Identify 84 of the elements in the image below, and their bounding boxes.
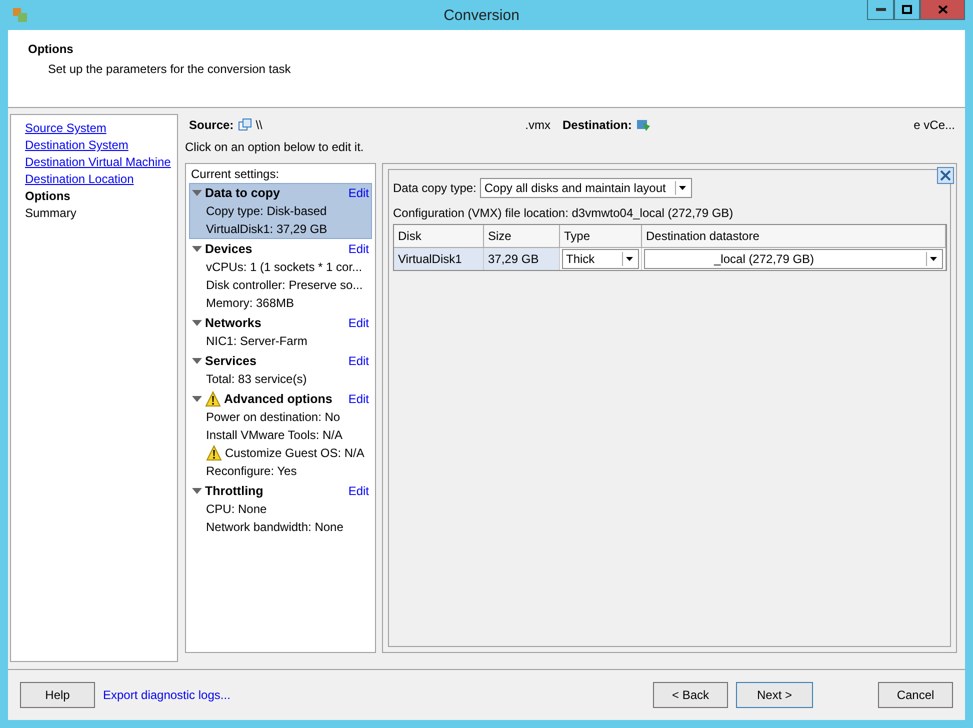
datastore-dropdown[interactable]: _local (272,79 GB) <box>644 249 943 269</box>
column-header: Size <box>484 225 560 248</box>
page-subtitle: Set up the parameters for the conversion task <box>48 62 292 76</box>
table-cell: 37,29 GB <box>484 248 560 270</box>
expanded-arrow-icon[interactable] <box>192 189 202 197</box>
expanded-arrow-icon[interactable] <box>192 245 202 253</box>
setting-value: Install VMware Tools: N/A <box>206 428 342 442</box>
step-label: Options <box>25 189 70 203</box>
setting-value: CPU: None <box>206 502 267 516</box>
destination-text: e vCe... <box>914 118 955 132</box>
next-button[interactable]: Next > <box>736 682 813 708</box>
minimize-button[interactable] <box>867 0 894 20</box>
app-icon <box>12 7 28 23</box>
setting-value: Memory: 368MB <box>206 296 294 310</box>
column-header: Destination datastore <box>642 225 946 248</box>
source-label: Source: <box>189 118 234 132</box>
expanded-arrow-icon[interactable] <box>192 487 202 495</box>
settings-group[interactable]: Services Edit Total: 83 service(s) <box>189 351 372 389</box>
setting-value: Disk controller: Preserve so... <box>206 278 363 292</box>
step-label: Summary <box>25 206 76 220</box>
edit-link[interactable]: Edit <box>348 186 371 200</box>
window-title: Conversion <box>442 6 520 24</box>
warning-icon <box>206 445 222 461</box>
settings-group[interactable]: Throttling Edit CPU: None Network bandwidth: None <box>189 481 372 537</box>
table-cell: VirtualDisk1 <box>394 248 484 270</box>
expanded-arrow-icon[interactable] <box>192 357 202 365</box>
setting-value: vCPUs: 1 (1 sockets * 1 cor... <box>206 260 362 274</box>
settings-group[interactable]: Data to copy Edit Copy type: Disk-based VirtualDisk1: 37,29 GB <box>189 183 372 239</box>
edit-link[interactable]: Edit <box>348 392 371 406</box>
page-title: Options <box>28 42 74 56</box>
edit-link[interactable]: Edit <box>348 484 371 498</box>
settings-group[interactable]: Advanced options Edit Power on destination: No Install VMware Tools: N/A Customize Guest OS: N/A Reconfigure: Yes <box>189 389 372 481</box>
setting-value: Customize Guest OS: N/A <box>225 446 364 460</box>
expanded-arrow-icon[interactable] <box>192 319 202 327</box>
close-panel-button[interactable] <box>937 167 954 184</box>
minimize-icon <box>876 8 886 12</box>
setting-value: Network bandwidth: None <box>206 520 344 534</box>
close-icon <box>940 170 951 181</box>
close-icon <box>938 5 948 14</box>
column-header: Type <box>560 225 642 248</box>
step-link[interactable]: Destination System <box>25 138 128 152</box>
setting-value: NIC1: Server-Farm <box>206 334 308 348</box>
export-logs-link[interactable]: Export diagnostic logs... <box>103 688 230 702</box>
group-title: Throttling <box>205 484 264 498</box>
machine-icon <box>238 118 252 132</box>
maximize-icon <box>902 5 912 14</box>
setting-value: Total: 83 service(s) <box>206 372 307 386</box>
group-title: Services <box>205 354 258 368</box>
group-title: Data to copy <box>205 186 282 200</box>
expanded-arrow-icon[interactable] <box>192 395 202 403</box>
source-extension: .vmx <box>525 118 550 132</box>
group-title: Advanced options <box>224 392 334 406</box>
setting-value: Reconfigure: Yes <box>206 464 297 478</box>
machine-icon <box>636 118 651 132</box>
step-link[interactable]: Destination Virtual Machine <box>25 155 171 169</box>
caret-icon <box>926 252 940 266</box>
disk-type-dropdown[interactable]: Thick <box>562 249 639 269</box>
step-link[interactable]: Destination Location <box>25 172 134 186</box>
config-location-text: Configuration (VMX) file location: d3vmwto04_local (272,79 GB) <box>393 206 734 220</box>
settings-group[interactable]: Devices Edit vCPUs: 1 (1 sockets * 1 cor... Disk controller: Preserve so... Memory: 368MB <box>189 239 372 313</box>
source-path: \\ <box>256 118 262 132</box>
group-title: Devices <box>205 242 254 256</box>
step-link[interactable]: Source System <box>25 121 106 135</box>
instruction-text: Click on an option below to edit it. <box>185 140 365 154</box>
edit-link[interactable]: Edit <box>348 354 371 368</box>
destination-label: Destination: <box>562 118 632 132</box>
cancel-button[interactable]: Cancel <box>878 682 953 708</box>
close-button[interactable] <box>920 0 965 20</box>
edit-link[interactable]: Edit <box>348 242 371 256</box>
edit-link[interactable]: Edit <box>348 316 371 330</box>
column-header: Disk <box>394 225 484 248</box>
group-title: Networks <box>205 316 262 330</box>
setting-value: Power on destination: No <box>206 410 340 424</box>
settings-heading: Current settings: <box>190 166 280 183</box>
settings-group[interactable]: Networks Edit NIC1: Server-Farm <box>189 313 372 351</box>
maximize-button[interactable] <box>894 0 920 20</box>
warning-icon <box>205 391 221 407</box>
help-button[interactable]: Help <box>20 682 95 708</box>
copy-type-label: Data copy type: <box>393 181 476 195</box>
caret-icon <box>622 252 636 266</box>
copy-type-dropdown[interactable]: Copy all disks and maintain layout <box>480 178 692 198</box>
back-button[interactable]: < Back <box>653 682 728 708</box>
setting-value: VirtualDisk1: 37,29 GB <box>206 222 328 236</box>
setting-value: Copy type: Disk-based <box>206 204 327 218</box>
